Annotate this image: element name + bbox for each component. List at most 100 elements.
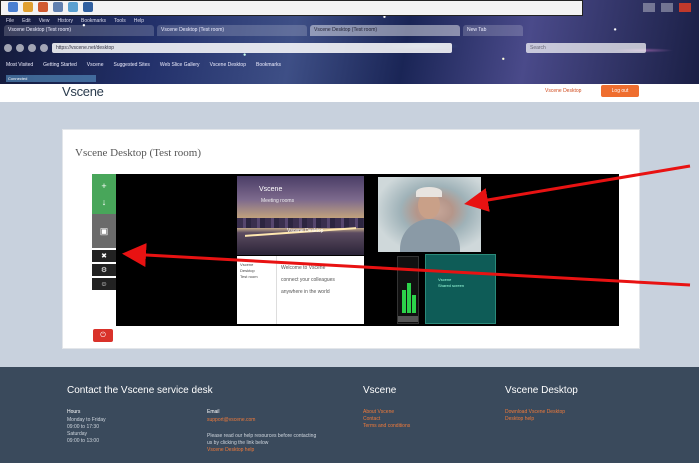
bookmark-item[interactable]: Bookmarks xyxy=(256,62,281,71)
screen-icon[interactable] xyxy=(83,2,93,12)
shared-overlay: Vscene Desktop xyxy=(287,228,324,234)
search-input[interactable]: Search xyxy=(526,43,646,53)
shared-subcaption: Meeting rooms xyxy=(261,198,295,204)
browser-tab[interactable]: Vscene Desktop (Test room) xyxy=(4,25,154,36)
window-controls xyxy=(643,3,691,12)
taskbar-icons xyxy=(8,2,93,12)
vscene-column-title: Vscene xyxy=(363,385,397,396)
menu-item-history[interactable]: History xyxy=(57,18,73,24)
screen-share-icon[interactable]: ▣ xyxy=(100,226,109,237)
help-link[interactable]: Vscene Desktop help xyxy=(207,447,316,454)
user-tool-button[interactable]: ☺ xyxy=(92,278,116,290)
browser-tab[interactable]: New Tab xyxy=(463,25,523,36)
content-area: Vscene Desktop (Test room) + ↓ ▣ ✖ ⚙ ☺ V… xyxy=(0,102,699,367)
document-pane[interactable]: Vscene Desktop Test room Welcome to Vsce… xyxy=(237,256,364,324)
site-footer: Contact the Vscene service desk Hours Mo… xyxy=(0,367,699,463)
email-label: Email xyxy=(207,409,220,415)
leave-room-button[interactable]: ⏻ xyxy=(93,329,113,342)
bookmark-item[interactable]: Most Visited xyxy=(6,62,33,71)
add-icon[interactable]: + xyxy=(101,181,106,191)
forward-button[interactable] xyxy=(16,44,24,52)
help-note: Please read our help resources before co… xyxy=(207,433,316,454)
menu-item-file[interactable]: File xyxy=(6,18,14,24)
bookmark-item[interactable]: Web Slice Gallery xyxy=(160,62,200,71)
menu-item-tools[interactable]: Tools xyxy=(114,18,126,24)
browser-chrome: File Edit View History Bookmarks Tools Help Vs… xyxy=(0,0,699,84)
tool-group-green: + ↓ xyxy=(92,174,116,214)
webcam-video[interactable] xyxy=(378,177,481,252)
hours-line: 09:00 to 17:30 xyxy=(67,424,99,430)
room-title: Vscene Desktop (Test room) xyxy=(75,147,202,159)
contact-title: Contact the Vscene service desk xyxy=(67,385,213,396)
bookmark-item[interactable]: Vscene Desktop xyxy=(210,62,246,71)
minimize-button[interactable] xyxy=(643,3,655,12)
participant-body xyxy=(400,219,460,252)
desktop-links: Download Vscene Desktop Desktop help xyxy=(505,409,565,423)
footer-link-terms[interactable]: Terms and conditions xyxy=(363,423,410,430)
menu-item-bookmarks[interactable]: Bookmarks xyxy=(81,18,106,24)
footer-link-download[interactable]: Download Vscene Desktop xyxy=(505,409,565,416)
app-icon[interactable] xyxy=(8,2,18,12)
menu-item-help[interactable]: Help xyxy=(134,18,144,24)
city-skyline xyxy=(237,218,364,228)
browser-tab[interactable]: Vscene Desktop (Test room) xyxy=(157,25,307,36)
meter-label xyxy=(398,316,418,322)
settings-tool-button[interactable]: ⚙ xyxy=(92,264,116,276)
shared-caption: Vscene xyxy=(259,186,283,193)
meter-bar xyxy=(402,290,406,313)
hours-label: Hours xyxy=(67,409,81,415)
user-icon: ☺ xyxy=(100,280,108,288)
browser-tab[interactable]: Vscene Desktop (Test room) xyxy=(310,25,460,36)
tab-strip: Vscene Desktop (Test room) Vscene Desktop… xyxy=(4,25,694,37)
doc-left-line: Test room xyxy=(240,274,258,279)
status-strip: Connected xyxy=(6,75,96,82)
doc-line: Welcome to Vscene xyxy=(281,265,326,271)
footer-link-about[interactable]: About Vscene xyxy=(363,409,410,416)
tool-group-gray: ▣ xyxy=(92,214,116,248)
bookmark-item[interactable]: Vscene xyxy=(87,62,104,71)
bookmark-item[interactable]: Getting Started xyxy=(43,62,77,71)
site-logo[interactable]: Vscene xyxy=(62,84,104,99)
shared-screen-pane[interactable]: Vscene Shared screen xyxy=(425,254,496,324)
reload-button[interactable] xyxy=(28,44,36,52)
document-sidebar: Vscene Desktop Test room xyxy=(237,256,277,324)
hours-line: Saturday xyxy=(67,431,88,437)
desktop-column-title: Vscene Desktop xyxy=(505,385,578,396)
video-stage: Vscene Meeting rooms Vscene Desktop Vsce… xyxy=(116,174,619,326)
close-tool-button[interactable]: ✖ xyxy=(92,250,116,262)
footer-link-help[interactable]: Desktop help xyxy=(505,416,565,423)
email-link[interactable]: support@vscene.com xyxy=(207,417,255,424)
menu-bar: File Edit View History Bookmarks Tools Help xyxy=(6,18,144,24)
address-bar[interactable]: https://vscene.net/desktop xyxy=(52,43,452,53)
note-line: Please read our help resources before co… xyxy=(207,433,317,439)
meter-bar xyxy=(407,283,411,313)
folder-icon[interactable] xyxy=(23,2,33,12)
close-button[interactable] xyxy=(679,3,691,12)
window-icon[interactable] xyxy=(68,2,78,12)
hours-line: Monday to Friday xyxy=(67,417,106,423)
room-card: Vscene Desktop (Test room) + ↓ ▣ ✖ ⚙ ☺ V… xyxy=(62,129,640,349)
doc-line: connect your colleagues xyxy=(281,277,335,283)
home-button[interactable] xyxy=(40,44,48,52)
doc-line: anywhere in the world xyxy=(281,289,330,295)
shared-image[interactable]: Vscene Meeting rooms Vscene Desktop xyxy=(237,176,364,255)
download-icon[interactable]: ↓ xyxy=(102,197,107,207)
power-icon: ⏻ xyxy=(100,332,106,339)
grid-icon[interactable] xyxy=(53,2,63,12)
close-tool-icon: ✖ xyxy=(101,253,107,260)
bookmark-item[interactable]: Suggested Sites xyxy=(113,62,149,71)
header-link[interactable]: Vscene Desktop xyxy=(545,88,581,94)
menu-item-view[interactable]: View xyxy=(39,18,50,24)
maximize-button[interactable] xyxy=(661,3,673,12)
hours-list: Monday to Friday 09:00 to 17:30 Saturday… xyxy=(67,417,106,445)
browser-icon[interactable] xyxy=(38,2,48,12)
menu-item-edit[interactable]: Edit xyxy=(22,18,31,24)
hours-line: 09:00 to 13:00 xyxy=(67,438,99,444)
logout-button[interactable]: Log out xyxy=(601,85,639,97)
audio-level-meter xyxy=(397,256,419,324)
back-button[interactable] xyxy=(4,44,12,52)
meter-bar xyxy=(412,295,416,313)
vscene-links: About Vscene Contact Terms and condition… xyxy=(363,409,410,430)
footer-link-contact[interactable]: Contact xyxy=(363,416,410,423)
gear-icon: ⚙ xyxy=(100,267,108,274)
